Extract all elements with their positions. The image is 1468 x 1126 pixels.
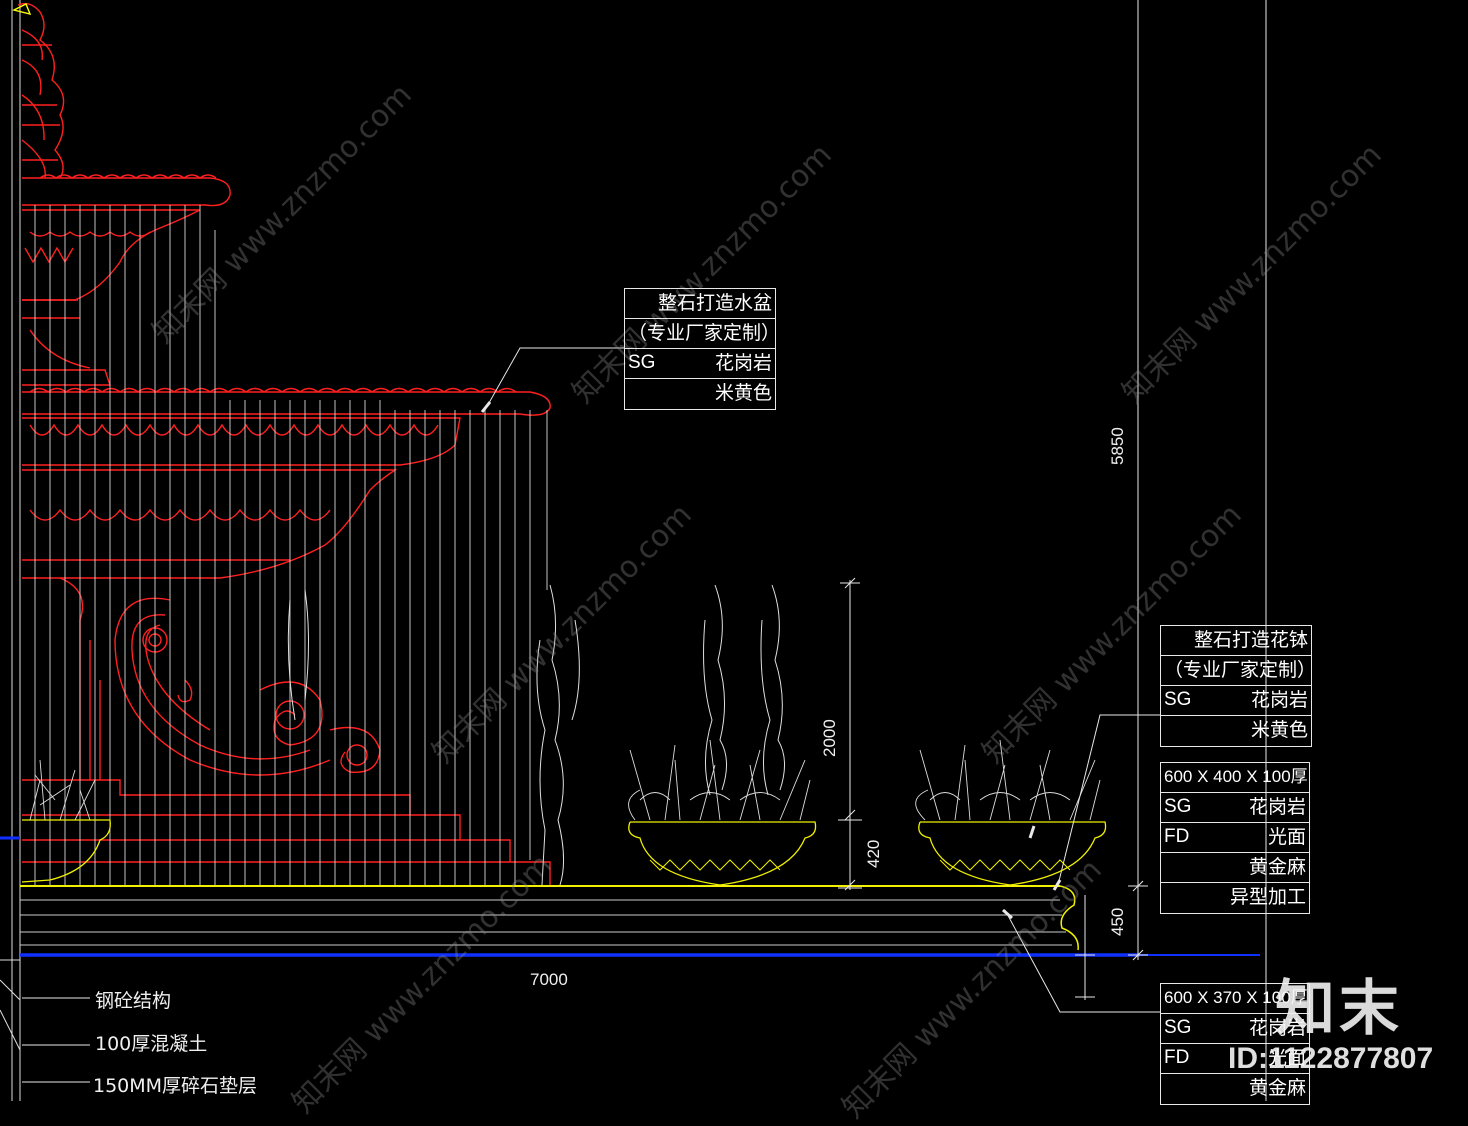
- fountain-steps: [22, 640, 551, 885]
- step-code1: SG: [1164, 1017, 1192, 1038]
- dim-total-height: 5850: [1108, 427, 1127, 465]
- step-stone: 黄金麻: [1248, 1077, 1306, 1099]
- planter-custom: （专业厂家定制）: [1164, 659, 1317, 681]
- fountain-finial: [11, 2, 65, 179]
- basin-label-table: 整石打造水盆 （专业厂家定制） SG 花岗岩 米黄色: [624, 288, 780, 410]
- planter-code: SG: [1164, 689, 1192, 710]
- layer-label-concrete: 100厚混凝土: [95, 1033, 208, 1055]
- water-streams: [34, 205, 548, 885]
- planter-color: 米黄色: [1250, 719, 1308, 741]
- dim-width: 7000: [530, 970, 568, 989]
- planter-material: 花岗岩: [1250, 689, 1308, 711]
- coping-code2: FD: [1164, 826, 1190, 847]
- dim-plant-height: 2000: [820, 719, 839, 757]
- planter-title: 整石打造花钵: [1193, 629, 1308, 651]
- basin-material: 花岗岩: [714, 352, 772, 374]
- image-id: ID:1122877807: [1228, 1042, 1434, 1075]
- layer-label-structure: 钢砼结构: [95, 990, 172, 1012]
- dim-pot-height: 420: [864, 839, 883, 868]
- coping-finish: 光面: [1267, 826, 1306, 848]
- coping-process: 异型加工: [1229, 886, 1306, 908]
- coping-stone: 黄金麻: [1248, 856, 1306, 878]
- dim-base-height: 450: [1108, 907, 1127, 936]
- step-code2: FD: [1164, 1047, 1190, 1068]
- brand-logo: 知末: [1275, 974, 1403, 1044]
- basin-code: SG: [628, 352, 656, 373]
- layer-label-gravel: 150MM厚碎石垫层: [93, 1075, 258, 1097]
- planter-middle: [628, 739, 817, 886]
- coping-label-table: 600 X 400 X 100厚 SG 花岗岩 FD 光面 黄金麻 异型加工: [1160, 762, 1310, 914]
- basin-title: 整石打造水盆: [657, 292, 772, 314]
- coping-code1: SG: [1164, 796, 1192, 817]
- planter-label-table: 整石打造花钵 （专业厂家定制） SG 花岗岩 米黄色: [1160, 625, 1316, 747]
- basin-custom: （专业厂家定制）: [628, 322, 781, 344]
- basin-color: 米黄色: [714, 382, 772, 404]
- coping-size: 600 X 400 X 100厚: [1164, 767, 1308, 786]
- cad-drawing: [0, 0, 1267, 1101]
- left-wall: [0, 0, 21, 1101]
- coping-material: 花岗岩: [1248, 796, 1306, 818]
